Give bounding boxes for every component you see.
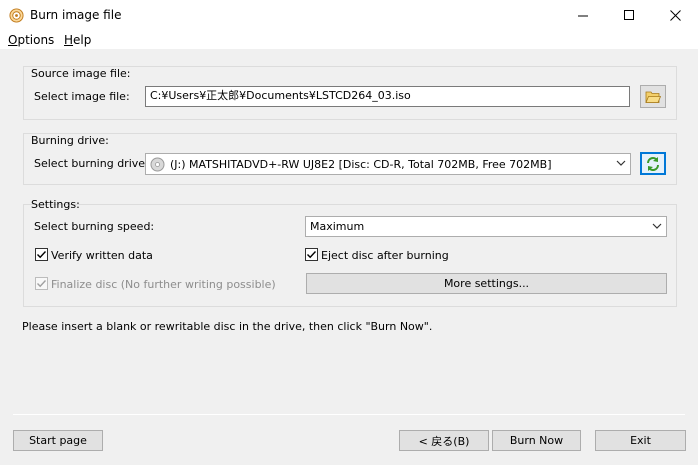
checkmark-icon	[307, 251, 317, 259]
speed-select[interactable]: Maximum	[305, 216, 667, 237]
folder-open-icon	[645, 91, 661, 103]
menu-options-label: ptions	[17, 33, 55, 47]
menu-bar: Options Help	[0, 31, 698, 50]
source-group-title: Source image file:	[31, 67, 131, 80]
speed-label: Select burning speed:	[34, 220, 155, 233]
start-page-button[interactable]: Start page	[13, 430, 103, 451]
drive-select[interactable]: (J:) MATSHITADVD+-RW UJ8E2 [Disc: CD-R, …	[145, 153, 631, 175]
drive-disc-icon	[150, 157, 165, 172]
status-message: Please insert a blank or rewritable disc…	[22, 320, 433, 333]
verify-checkbox[interactable]	[35, 248, 48, 261]
close-icon	[669, 10, 681, 21]
minimize-icon	[577, 15, 588, 17]
refresh-drive-button[interactable]	[640, 152, 666, 175]
burn-now-button[interactable]: Burn Now	[492, 430, 581, 451]
back-button[interactable]: < 戻る(B)	[399, 430, 489, 451]
chevron-down-icon	[616, 160, 626, 166]
finalize-checkbox	[35, 277, 48, 290]
settings-group-title: Settings:	[31, 198, 80, 211]
menu-help-label: elp	[73, 33, 92, 47]
footer-separator	[13, 414, 685, 415]
drive-group-title: Burning drive:	[31, 134, 109, 147]
checkmark-icon	[37, 251, 47, 259]
refresh-icon	[647, 156, 659, 171]
image-path-input[interactable]: C:¥Users¥正太郎¥Documents¥LSTCD264_03.iso	[145, 86, 630, 107]
exit-button[interactable]: Exit	[595, 430, 686, 451]
more-settings-button[interactable]: More settings...	[306, 273, 667, 294]
menu-options[interactable]: Options	[8, 33, 54, 47]
drive-select-value: (J:) MATSHITADVD+-RW UJ8E2 [Disc: CD-R, …	[170, 158, 552, 171]
title-bar: Burn image file	[0, 0, 698, 31]
select-image-label: Select image file:	[34, 90, 130, 103]
speed-select-value: Maximum	[310, 220, 365, 233]
eject-checkbox[interactable]	[305, 248, 318, 261]
minimize-button[interactable]	[560, 0, 606, 31]
finalize-label: Finalize disc (No further writing possib…	[51, 278, 276, 291]
menu-help-mnemonic: H	[64, 33, 74, 47]
verify-label[interactable]: Verify written data	[51, 249, 153, 262]
select-drive-label: Select burning drive:	[34, 157, 149, 170]
close-button[interactable]	[652, 0, 698, 31]
browse-button[interactable]	[640, 85, 666, 108]
window-title: Burn image file	[30, 8, 122, 22]
menu-help[interactable]: Help	[64, 33, 91, 47]
eject-label[interactable]: Eject disc after burning	[321, 249, 449, 262]
chevron-down-icon	[652, 223, 662, 229]
maximize-button[interactable]	[606, 0, 652, 31]
checkmark-icon	[37, 280, 47, 288]
maximize-icon	[623, 10, 634, 20]
disc-icon	[9, 8, 24, 23]
